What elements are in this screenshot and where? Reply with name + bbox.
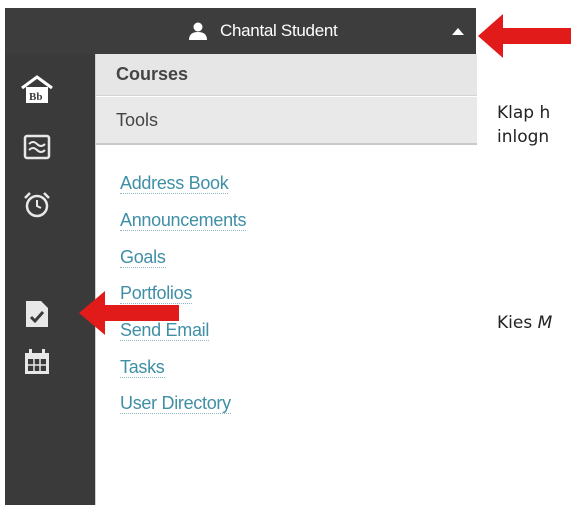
user-name: Chantal Student bbox=[220, 21, 338, 40]
tool-user-directory[interactable]: User Directory bbox=[120, 393, 231, 414]
section-tools[interactable]: Tools bbox=[96, 97, 477, 145]
top-bar: Chantal Student bbox=[5, 8, 476, 54]
tool-tasks[interactable]: Tasks bbox=[120, 357, 165, 378]
tool-goals[interactable]: Goals bbox=[120, 247, 166, 268]
user-icon bbox=[188, 22, 208, 40]
calendar-icon[interactable] bbox=[19, 344, 55, 380]
section-courses[interactable]: Courses bbox=[96, 54, 477, 96]
tool-address-book[interactable]: Address Book bbox=[120, 173, 229, 194]
arrow-to-tools-icon bbox=[79, 291, 179, 335]
note-line-1: Klap h bbox=[497, 103, 551, 123]
stream-icon[interactable] bbox=[19, 129, 55, 165]
tool-announcements[interactable]: Announcements bbox=[120, 210, 246, 231]
tools-check-icon[interactable] bbox=[19, 296, 55, 332]
menu-panel: Courses Tools Address Book Announcements… bbox=[95, 54, 477, 505]
nav-rail: Bb bbox=[5, 54, 95, 490]
nav-rail-footer bbox=[5, 490, 95, 505]
note-line-3: Kies M bbox=[497, 313, 553, 333]
alarm-clock-icon[interactable] bbox=[19, 187, 55, 223]
bb-home-icon[interactable]: Bb bbox=[19, 72, 55, 108]
arrow-to-user-menu bbox=[478, 14, 571, 58]
caret-up-icon[interactable] bbox=[452, 28, 464, 35]
note-line-2: inlogn bbox=[497, 127, 550, 147]
svg-text:Bb: Bb bbox=[29, 91, 42, 103]
user-menu[interactable]: Chantal Student bbox=[188, 8, 338, 54]
